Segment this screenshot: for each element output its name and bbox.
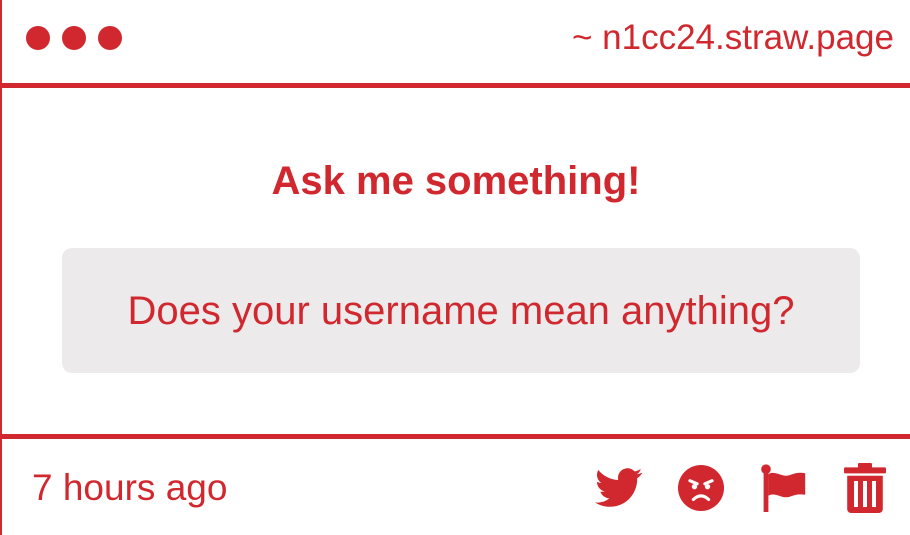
question-box: Does your username mean anything? (62, 248, 860, 373)
react-button[interactable] (676, 463, 726, 513)
window-title-bar: ~ n1cc24.straw.page (2, 0, 910, 84)
angry-face-icon (678, 465, 724, 511)
window-dot-2 (62, 26, 86, 50)
flag-icon (760, 464, 806, 512)
window-dot-3 (98, 26, 122, 50)
footer: 7 hours ago (2, 439, 910, 535)
site-url[interactable]: ~ n1cc24.straw.page (572, 16, 894, 60)
delete-button[interactable] (840, 463, 890, 513)
prompt-title: Ask me something! (271, 159, 641, 203)
action-buttons (594, 463, 890, 513)
question-card: ~ n1cc24.straw.page Ask me something! Do… (0, 0, 910, 535)
window-dot-1 (26, 26, 50, 50)
window-dots (26, 26, 122, 50)
twitter-share-button[interactable] (594, 463, 644, 513)
question-text: Does your username mean anything? (127, 288, 795, 333)
twitter-icon (595, 468, 643, 508)
question-content: Ask me something! Does your username mea… (2, 88, 910, 434)
timestamp: 7 hours ago (32, 467, 228, 508)
trash-icon (844, 463, 886, 513)
report-button[interactable] (758, 463, 808, 513)
